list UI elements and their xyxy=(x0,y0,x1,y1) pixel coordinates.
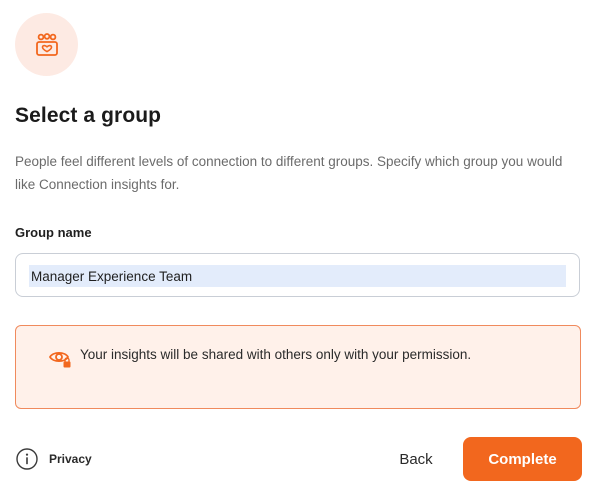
group-name-label: Group name xyxy=(15,225,92,240)
privacy-notice-text: Your insights will be shared with others… xyxy=(80,347,472,362)
complete-button[interactable]: Complete xyxy=(463,437,582,481)
privacy-label[interactable]: Privacy xyxy=(49,452,92,466)
group-icon-badge xyxy=(15,13,78,76)
group-icon xyxy=(35,32,58,56)
privacy-notice: Your insights will be shared with others… xyxy=(15,325,581,409)
page-title: Select a group xyxy=(15,104,162,127)
privacy-link[interactable]: Privacy xyxy=(15,446,92,472)
page-description: People feel different levels of connecti… xyxy=(15,154,563,192)
eye-lock-icon xyxy=(48,351,71,368)
info-icon xyxy=(16,448,38,470)
back-button[interactable]: Back xyxy=(388,444,444,474)
group-name-input[interactable] xyxy=(29,265,566,287)
group-name-field[interactable] xyxy=(15,253,580,297)
